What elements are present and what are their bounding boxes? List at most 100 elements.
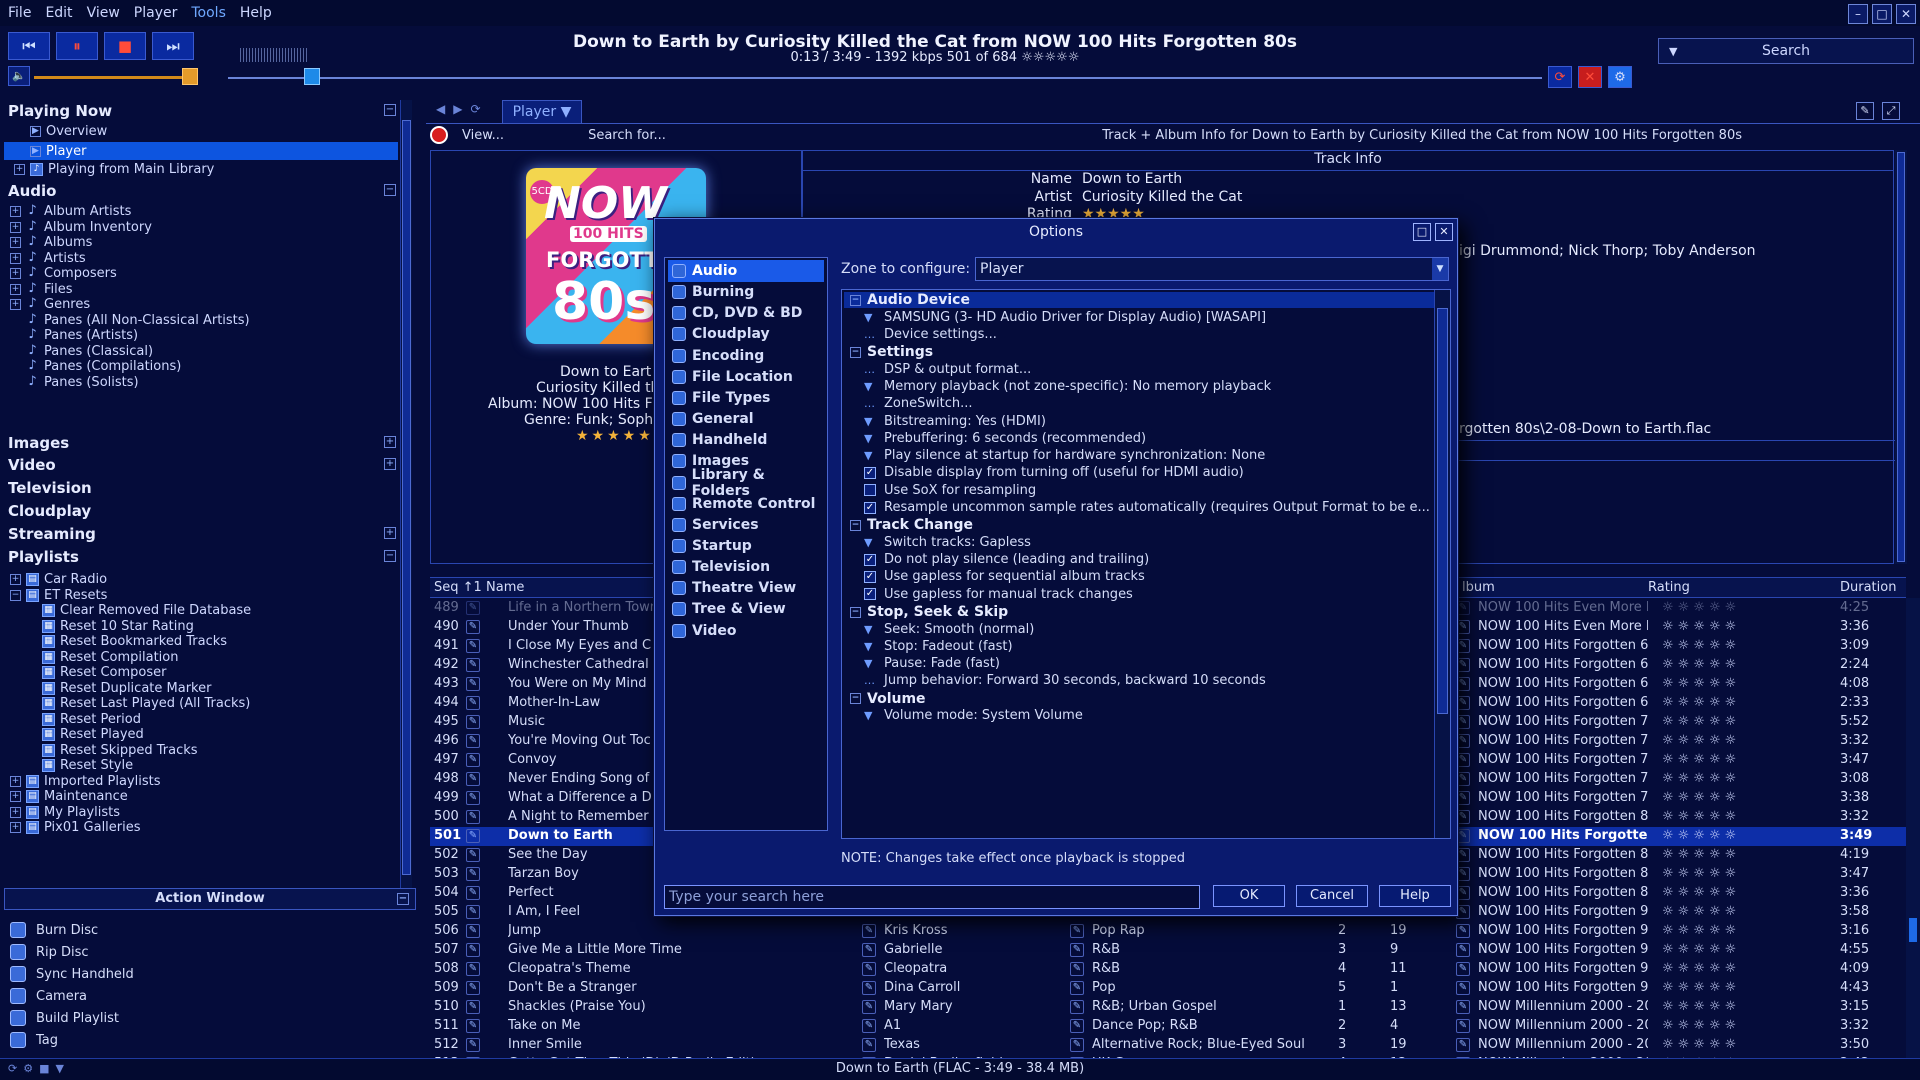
expand-icon[interactable]: + bbox=[10, 775, 21, 787]
rating-stars[interactable]: ☼☼☼☼☼ bbox=[1662, 847, 1812, 862]
edit-icon[interactable]: ✎ bbox=[466, 734, 480, 748]
collapse-icon[interactable]: − bbox=[850, 606, 861, 618]
dsp-settings-icon[interactable]: ⚙ bbox=[1608, 66, 1632, 88]
status-icon[interactable]: ⟳ bbox=[8, 1062, 17, 1075]
options-category-general[interactable]: General bbox=[668, 408, 824, 430]
edit-icon[interactable]: ✎ bbox=[1456, 981, 1470, 995]
setting-use-sox-for-resampling[interactable]: Use SoX for resampling bbox=[864, 483, 1036, 498]
previous-track-button[interactable]: ⏮ bbox=[8, 32, 50, 60]
edit-icon[interactable]: ✎ bbox=[1456, 658, 1470, 672]
edit-icon[interactable]: ✎ bbox=[1456, 829, 1470, 843]
edit-icon[interactable]: ✎ bbox=[1456, 1000, 1470, 1014]
expand-icon[interactable]: + bbox=[10, 299, 21, 310]
rating-stars[interactable]: ☼☼☼☼☼ bbox=[1662, 980, 1812, 995]
tree-section-audio[interactable]: Audio bbox=[8, 182, 56, 200]
status-icon[interactable]: ▼ bbox=[56, 1062, 64, 1075]
action-rip-disc[interactable]: Rip Disc bbox=[10, 944, 89, 960]
expand-icon[interactable]: + bbox=[10, 791, 21, 802]
collapse-icon[interactable]: − bbox=[850, 693, 861, 705]
expand-icon[interactable]: + bbox=[10, 237, 21, 248]
tree-item-pix01-galleries[interactable]: + ▤ Pix01 Galleries bbox=[10, 820, 141, 835]
rating-stars[interactable]: ☼☼☼☼☼ bbox=[1662, 676, 1812, 691]
edit-icon[interactable]: ✎ bbox=[862, 1000, 876, 1014]
setting-zoneswitch[interactable]: … ZoneSwitch... bbox=[864, 396, 972, 411]
tree-item-overview[interactable]: ▶ Overview bbox=[30, 124, 107, 139]
pause-button[interactable]: ⏸ bbox=[56, 32, 98, 60]
setting-memory-playback-not-zone-specific-no-mem[interactable]: ▼ Memory playback (not zone-specific): No… bbox=[864, 379, 1271, 394]
rating-stars[interactable]: ☼☼☼☼☼ bbox=[1662, 752, 1812, 767]
seek-bar[interactable] bbox=[228, 77, 1542, 79]
tree-item-reset-bookmarked-tracks[interactable]: ▦ Reset Bookmarked Tracks bbox=[42, 634, 227, 649]
tree-item-album-artists[interactable]: + ♪ Album Artists bbox=[10, 204, 131, 219]
refresh-icon[interactable]: ⟳ bbox=[470, 102, 480, 116]
rating-stars[interactable]: ☼☼☼☼☼ bbox=[1662, 961, 1812, 976]
cancel-button[interactable]: Cancel bbox=[1296, 885, 1368, 907]
section-track-change[interactable]: − Track Change bbox=[850, 517, 973, 533]
menu-edit[interactable]: Edit bbox=[45, 5, 72, 21]
tree-item-my-playlists[interactable]: + ▤ My Playlists bbox=[10, 805, 120, 820]
edit-icon[interactable]: ✎ bbox=[466, 886, 480, 900]
column-duration[interactable]: Duration bbox=[1840, 580, 1896, 595]
edit-icon[interactable]: ✎ bbox=[1456, 1038, 1470, 1052]
tree-item-reset-played[interactable]: ▦ Reset Played bbox=[42, 727, 144, 742]
tree-item-et-resets[interactable]: − ▤ ET Resets bbox=[10, 588, 107, 603]
options-category-file-types[interactable]: File Types bbox=[668, 387, 824, 409]
help-button[interactable]: Help bbox=[1379, 885, 1451, 907]
edit-icon[interactable]: ✎ bbox=[1070, 962, 1084, 976]
checkbox-checked[interactable]: ✓ bbox=[864, 588, 876, 601]
setting-use-gapless-for-sequential-album-tracks[interactable]: ✓ Use gapless for sequential album tracks bbox=[864, 569, 1145, 584]
edit-icon[interactable]: ✎ bbox=[1070, 981, 1084, 995]
edit-icon[interactable]: ✎ bbox=[1456, 848, 1470, 862]
tree-item-playing-from-library[interactable]: + ♪ Playing from Main Library bbox=[14, 162, 214, 177]
seek-handle[interactable] bbox=[304, 68, 320, 85]
edit-icon[interactable]: ✎ bbox=[1456, 905, 1470, 919]
rating-stars[interactable]: ☼☼☼☼☼ bbox=[1662, 904, 1812, 919]
search-for-menu[interactable]: Search for... bbox=[588, 128, 666, 143]
edit-icon[interactable]: ✎ bbox=[1456, 696, 1470, 710]
expand-icon[interactable]: + bbox=[14, 164, 25, 175]
tree-item-album-inventory[interactable]: + ♪ Album Inventory bbox=[10, 220, 152, 235]
menu-view[interactable]: View bbox=[87, 5, 120, 21]
collapse-icon[interactable]: − bbox=[397, 893, 409, 905]
edit-icon[interactable]: ✎ bbox=[1456, 867, 1470, 881]
menu-file[interactable]: File bbox=[8, 5, 31, 21]
checkbox-unchecked[interactable] bbox=[864, 484, 876, 497]
edit-icon[interactable]: ✎ bbox=[466, 943, 480, 957]
album-info-rating[interactable]: ★★★★★ bbox=[576, 428, 654, 444]
edit-icon[interactable]: ✎ bbox=[466, 696, 480, 710]
ok-button[interactable]: OK bbox=[1213, 885, 1285, 907]
tree-scrollbar[interactable] bbox=[400, 100, 412, 892]
edit-icon[interactable]: ✎ bbox=[466, 715, 480, 729]
edit-icon[interactable]: ✎ bbox=[1456, 772, 1470, 786]
tree-item-maintenance[interactable]: + ▤ Maintenance bbox=[10, 789, 128, 804]
tracklist-scrollbar-thumb[interactable] bbox=[1909, 918, 1917, 942]
collapse-icon[interactable]: − bbox=[384, 184, 396, 196]
rating-stars[interactable]: ☼☼☼☼☼ bbox=[1662, 1018, 1812, 1033]
tree-item-files[interactable]: + ♪ Files bbox=[10, 282, 73, 297]
setting-samsung-3-hd-audio-driver-for-display-au[interactable]: ▼ SAMSUNG (3- HD Audio Driver for Display… bbox=[864, 310, 1266, 325]
tree-section-playing-now[interactable]: Playing Now bbox=[8, 102, 112, 120]
tree-item-reset-style[interactable]: ▦ Reset Style bbox=[42, 758, 133, 773]
settings-scrollbar-thumb[interactable] bbox=[1437, 308, 1448, 714]
rating-stars[interactable]: ☼☼☼☼☼ bbox=[1662, 809, 1812, 824]
view-menu[interactable]: View... bbox=[462, 128, 504, 143]
rating-stars[interactable]: ☼☼☼☼☼ bbox=[1662, 638, 1812, 653]
collapse-icon[interactable]: − bbox=[850, 346, 861, 358]
edit-icon[interactable]: ✎ bbox=[466, 601, 480, 615]
options-category-services[interactable]: Services bbox=[668, 514, 824, 536]
rating-stars[interactable]: ☼☼☼☼☼ bbox=[1662, 866, 1812, 881]
edit-icon[interactable]: ✎ bbox=[466, 1000, 480, 1014]
edit-icon[interactable]: ✎ bbox=[466, 848, 480, 862]
rating-stars[interactable]: ☼☼☼☼☼ bbox=[1662, 695, 1812, 710]
checkbox-checked[interactable]: ✓ bbox=[864, 553, 876, 566]
edit-icon[interactable]: ✎ bbox=[862, 1038, 876, 1052]
edit-icon[interactable]: ✎ bbox=[1456, 639, 1470, 653]
expand-icon[interactable]: + bbox=[384, 458, 396, 470]
options-category-encoding[interactable]: Encoding bbox=[668, 345, 824, 367]
collapse-icon[interactable]: − bbox=[10, 589, 21, 601]
action-tag[interactable]: Tag bbox=[10, 1032, 58, 1048]
edit-icon[interactable]: ✎ bbox=[1070, 1038, 1084, 1052]
expand-icon[interactable]: + bbox=[10, 574, 21, 585]
fullscreen-icon[interactable]: ⤢ bbox=[1882, 102, 1900, 120]
tree-item-player[interactable]: ▶ Player bbox=[4, 142, 398, 160]
